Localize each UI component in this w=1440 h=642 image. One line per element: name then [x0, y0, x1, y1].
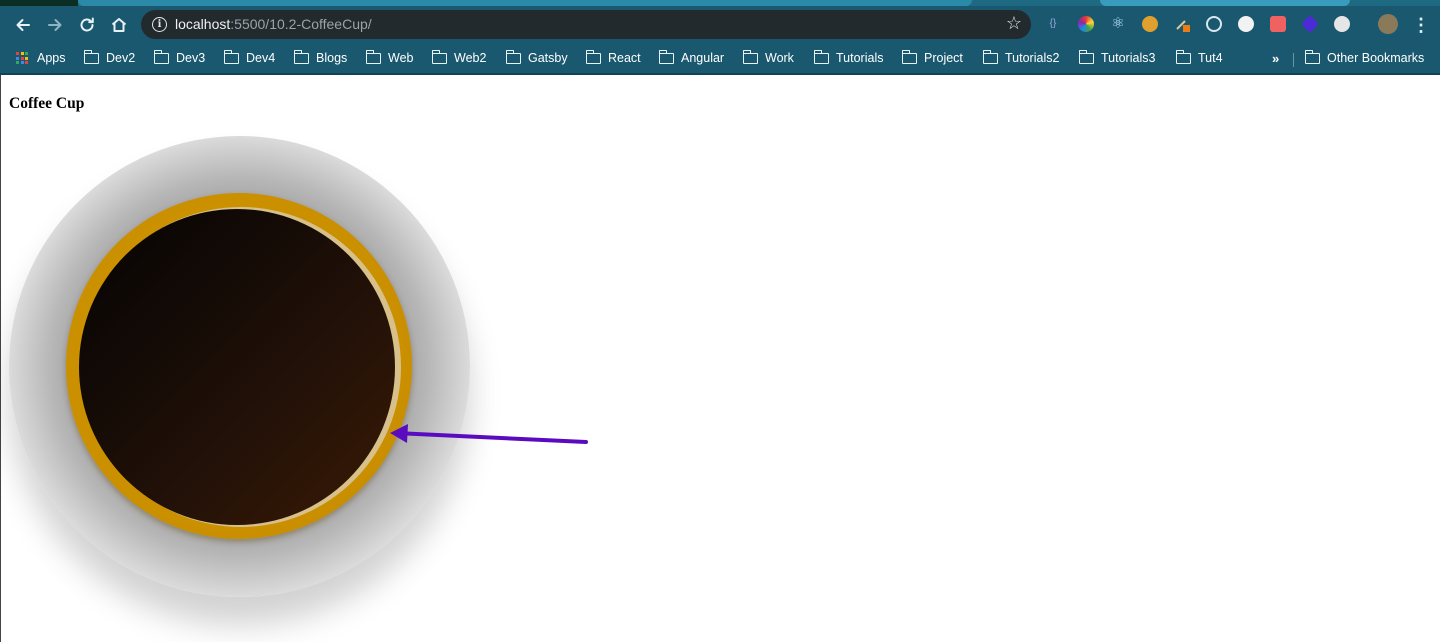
address-bar[interactable]: i localhost:5500/10.2-CoffeeCup/ ☆ [141, 10, 1031, 39]
coffee-surface [79, 209, 395, 525]
bookmark-other[interactable]: Other Bookmarks [1304, 48, 1425, 68]
bookmarks-overflow-button[interactable]: » [1272, 48, 1279, 68]
reload-icon [80, 17, 94, 32]
toolbar: i localhost:5500/10.2-CoffeeCup/ ☆ {} ⚛ … [0, 6, 1440, 43]
bookmarks-bar: Apps Dev2 Dev3 Dev4 Blogs Web Web2 Gatsb… [0, 43, 1440, 75]
extension-cookie-icon[interactable] [1142, 16, 1158, 32]
bookmark-label: Work [765, 51, 794, 65]
folder-icon [83, 49, 99, 64]
bookmark-folder[interactable]: Tutorials3 [1078, 48, 1156, 68]
bookmark-folder[interactable]: Project [901, 48, 963, 68]
extension-tag-icon[interactable] [1270, 16, 1286, 32]
bookmark-label: Gatsby [528, 51, 568, 65]
bookmark-folder[interactable]: Tutorials [813, 48, 884, 68]
bookmark-label: Apps [37, 51, 66, 65]
bookmarks-separator [1293, 53, 1294, 67]
folder-icon [223, 49, 239, 64]
bookmark-folder[interactable]: Angular [658, 48, 725, 68]
bookmark-label: Web2 [454, 51, 487, 65]
bookmark-label: Dev4 [246, 51, 276, 65]
folder-icon [293, 49, 309, 64]
page-title: Coffee Cup [9, 95, 85, 112]
bookmark-label: Tutorials [836, 51, 884, 65]
bookmark-apps[interactable]: Apps [16, 48, 66, 68]
url-path: :5500/10.2-CoffeeCup/ [230, 16, 372, 32]
folder-icon [365, 49, 381, 64]
kebab-menu-icon[interactable]: ⋮ [1412, 15, 1430, 35]
folder-icon [982, 49, 998, 64]
forward-button[interactable] [43, 13, 67, 37]
site-info-icon[interactable]: i [152, 17, 167, 32]
home-icon [111, 18, 127, 32]
bookmark-folder[interactable]: Dev2 [83, 48, 136, 68]
profile-avatar[interactable] [1378, 14, 1398, 34]
folder-icon [1175, 49, 1191, 64]
bookmark-label: Tutorials3 [1101, 51, 1156, 65]
reload-button[interactable] [75, 13, 99, 37]
folder-icon [505, 49, 521, 64]
extension-target-icon[interactable] [1206, 16, 1222, 32]
bookmark-folder[interactable]: Web [365, 48, 414, 68]
folder-icon [742, 49, 758, 64]
browser-chrome: i localhost:5500/10.2-CoffeeCup/ ☆ {} ⚛ … [0, 0, 1440, 75]
bookmark-label: Dev2 [106, 51, 136, 65]
extension-eyedropper-icon[interactable] [1174, 16, 1190, 32]
apps-grid-icon [16, 52, 28, 64]
extension-color-wheel-icon[interactable] [1078, 16, 1094, 32]
viewport-edge [0, 75, 1, 642]
extension-diamond-icon[interactable] [1300, 14, 1320, 34]
bookmark-folder[interactable]: Work [742, 48, 794, 68]
bookmark-folder[interactable]: Gatsby [505, 48, 568, 68]
extension-g-icon[interactable] [1334, 16, 1350, 32]
bookmark-label: Angular [681, 51, 725, 65]
bookmark-label: Tutorials2 [1005, 51, 1060, 65]
url-text[interactable]: localhost:5500/10.2-CoffeeCup/ [175, 16, 372, 32]
bookmark-folder[interactable]: Blogs [293, 48, 348, 68]
back-button[interactable] [11, 13, 35, 37]
bookmark-folder[interactable]: Dev3 [153, 48, 206, 68]
annotation-arrow-icon [390, 424, 588, 444]
extension-react-icon[interactable]: ⚛ [1110, 16, 1126, 32]
bookmark-folder[interactable]: Dev4 [223, 48, 276, 68]
url-host: localhost [175, 16, 231, 32]
bookmark-folder[interactable]: React [585, 48, 641, 68]
folder-icon [1304, 49, 1320, 64]
bookmark-label: Web [388, 51, 414, 65]
bookmark-folder[interactable]: Web2 [431, 48, 487, 68]
folder-icon [153, 49, 169, 64]
folder-icon [431, 49, 447, 64]
bookmark-label: React [608, 51, 641, 65]
bookmark-folder[interactable]: Tutorials2 [982, 48, 1060, 68]
bookmark-star-icon[interactable]: ☆ [1006, 13, 1022, 34]
bookmark-label: Project [924, 51, 963, 65]
bookmark-label: Tut4 [1198, 51, 1223, 65]
bookmark-label: Other Bookmarks [1327, 51, 1425, 65]
folder-icon [585, 49, 601, 64]
extension-json-icon[interactable]: {} [1045, 16, 1061, 32]
home-button[interactable] [107, 13, 131, 37]
folder-icon [901, 49, 917, 64]
bookmark-folder[interactable]: Tut4 [1175, 48, 1223, 68]
extension-h-icon[interactable] [1238, 16, 1254, 32]
folder-icon [658, 49, 674, 64]
folder-icon [1078, 49, 1094, 64]
bookmark-label: Dev3 [176, 51, 206, 65]
back-arrow-icon [16, 19, 30, 31]
folder-icon [813, 49, 829, 64]
bookmark-label: Blogs [316, 51, 348, 65]
forward-arrow-icon [48, 19, 62, 31]
